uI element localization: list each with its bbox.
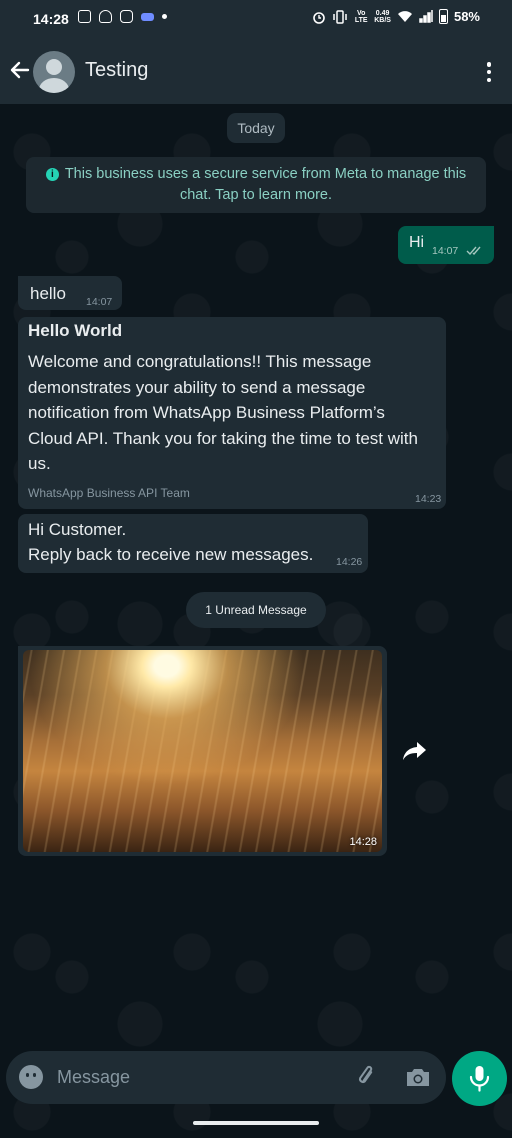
- message-line-2: Reply back to receive new messages.: [28, 545, 314, 564]
- message-footer: WhatsApp Business API Team: [28, 486, 190, 500]
- cell-signal-icon: [419, 10, 433, 23]
- message-composer: Message: [6, 1051, 446, 1104]
- camera-icon[interactable]: [404, 1064, 432, 1090]
- unread-messages-chip: 1 Unread Message: [186, 592, 326, 628]
- network-speed-unit: KB/S: [374, 16, 391, 24]
- date-chip: Today: [227, 113, 285, 143]
- message-time: 14:07: [86, 296, 113, 308]
- snapchat-icon: [99, 10, 112, 23]
- status-bar: 14:28 Vo LTE 0.49 KB/S 58%: [0, 0, 512, 38]
- more-vert-icon[interactable]: [486, 62, 492, 82]
- gesture-nav-bar[interactable]: [193, 1121, 319, 1125]
- message-header: Hello World: [28, 321, 123, 340]
- back-arrow-icon[interactable]: [8, 58, 32, 82]
- message-text: hello: [30, 284, 66, 303]
- message-time: 14:28: [349, 836, 377, 848]
- info-icon: i: [45, 168, 59, 181]
- notification-icons: [78, 10, 167, 23]
- network-speed: 0.49 KB/S: [374, 10, 391, 24]
- outgoing-message[interactable]: Hi 14:07: [398, 226, 494, 264]
- contact-name[interactable]: Testing: [85, 59, 148, 82]
- app-notification-icon: [141, 12, 154, 21]
- message-time: 14:26: [336, 556, 363, 568]
- mic-icon: [469, 1066, 490, 1092]
- incoming-template-message[interactable]: Hello World Welcome and congratulations!…: [18, 317, 446, 509]
- network-speed-value: 0.49: [375, 9, 390, 17]
- alarm-icon: [313, 11, 326, 24]
- chat-header: Testing: [0, 38, 512, 104]
- vibrate-icon: [333, 9, 347, 24]
- double-check-icon: [466, 246, 481, 256]
- incoming-message[interactable]: hello 14:07: [18, 276, 122, 310]
- system-status: Vo LTE 0.49 KB/S 58%: [312, 9, 480, 24]
- more-notifications-dot-icon: [162, 14, 167, 19]
- message-notification-icon: [78, 10, 91, 23]
- attach-icon[interactable]: [354, 1064, 380, 1090]
- message-input[interactable]: Message: [57, 1067, 130, 1088]
- message-time: 14:07: [432, 245, 459, 257]
- battery-percent: 58%: [453, 9, 480, 24]
- forward-icon[interactable]: [400, 735, 430, 765]
- instagram-icon: [120, 10, 133, 23]
- business-notice[interactable]: i This business uses a secure service fro…: [26, 157, 486, 213]
- emoji-icon[interactable]: [19, 1065, 43, 1089]
- incoming-image-message[interactable]: 14:28: [18, 646, 387, 856]
- battery-icon: [438, 9, 448, 24]
- status-time: 14:28: [33, 11, 69, 27]
- message-time: 14:23: [415, 493, 442, 505]
- message-text: Welcome and congratulations!! This messa…: [28, 352, 418, 474]
- incoming-message[interactable]: Hi Customer. Reply back to receive new m…: [18, 514, 368, 573]
- business-notice-text: This business uses a secure service from…: [64, 166, 467, 203]
- message-text: Hi: [409, 234, 425, 251]
- message-line-1: Hi Customer.: [28, 520, 127, 539]
- image-thumbnail[interactable]: [23, 650, 382, 852]
- mic-button[interactable]: [452, 1051, 507, 1106]
- volte-indicator: Vo LTE: [354, 9, 368, 24]
- wifi-icon: [397, 11, 412, 22]
- avatar-icon[interactable]: [33, 51, 75, 93]
